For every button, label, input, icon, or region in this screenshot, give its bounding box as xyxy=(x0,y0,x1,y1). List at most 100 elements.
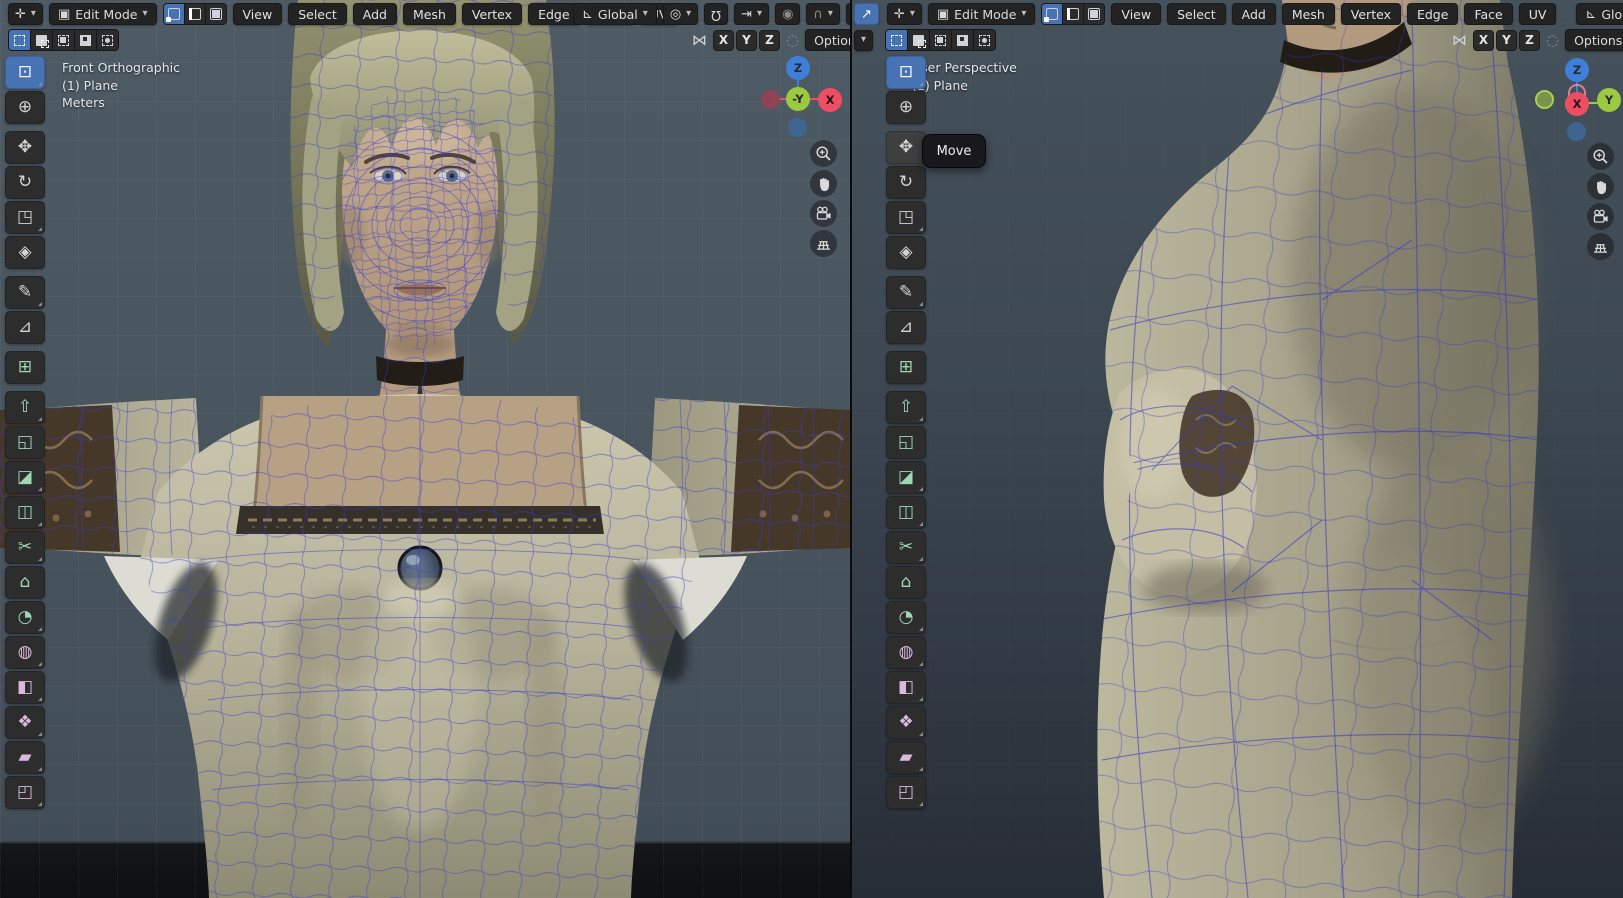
axis-x-ball[interactable]: X xyxy=(818,88,842,112)
axis-button-y[interactable]: Y xyxy=(1496,29,1517,51)
falloff-dropdown[interactable]: ∩ ▾ xyxy=(806,3,840,25)
tool-rotate[interactable]: ↻ xyxy=(5,166,45,199)
vertex-select-mode-button[interactable] xyxy=(1042,4,1063,24)
edge-select-mode-button[interactable] xyxy=(184,4,205,24)
select-mode-subtract[interactable] xyxy=(53,30,74,50)
tool-loop-cut[interactable]: ◫ xyxy=(886,496,926,529)
select-mode-invert[interactable] xyxy=(952,30,974,50)
tool-poly-build[interactable]: ⌂ xyxy=(5,566,45,599)
select-mode-intersect[interactable] xyxy=(974,30,996,50)
axis-button-z[interactable]: Z xyxy=(1519,29,1540,51)
tool-shrink-fatten[interactable]: ❖ xyxy=(5,706,45,739)
transform-orientation-dropdown[interactable]: ⊾ Global ▾ xyxy=(573,3,657,25)
camera-view-button[interactable] xyxy=(810,200,837,227)
camera-view-button[interactable] xyxy=(1587,203,1614,230)
tool-scale[interactable]: ◳ xyxy=(886,201,926,234)
select-mode-extend[interactable] xyxy=(908,30,930,50)
menu-edge[interactable]: Edge xyxy=(528,3,580,25)
tool-inset-faces[interactable]: ◱ xyxy=(886,426,926,459)
axis-button-y[interactable]: Y xyxy=(736,29,757,51)
select-mode-subtract[interactable] xyxy=(930,30,952,50)
editor-divider[interactable] xyxy=(850,0,852,898)
tool-edge-slide[interactable]: ◧ xyxy=(886,671,926,704)
tool-spin[interactable]: ◔ xyxy=(886,601,926,634)
tool-measure[interactable]: ⊿ xyxy=(886,311,926,344)
tool-annotate[interactable]: ✎ xyxy=(5,276,45,309)
tool-knife[interactable]: ✂ xyxy=(886,531,926,564)
pivot-point-dropdown[interactable]: ◎ ▾ xyxy=(662,3,699,25)
prop-projected-icon[interactable]: ◌ xyxy=(786,32,799,48)
options-dropdown[interactable]: Options ▾ xyxy=(1565,29,1623,51)
menu-face[interactable]: Face xyxy=(1464,3,1513,25)
tool-extrude-region[interactable]: ⇧ xyxy=(886,391,926,424)
select-mode-set[interactable] xyxy=(886,30,908,50)
axis-neg-y-ball[interactable] xyxy=(1535,90,1554,109)
axis-y-ball[interactable]: Y xyxy=(1597,88,1621,112)
select-mode-set[interactable] xyxy=(9,30,30,50)
axis-z-ball[interactable]: Z xyxy=(786,56,810,80)
face-select-mode-button[interactable] xyxy=(1084,4,1105,24)
tool-select-box[interactable]: ⊡ xyxy=(5,56,45,89)
tool-shear[interactable]: ▰ xyxy=(886,741,926,774)
menu-vertex[interactable]: Vertex xyxy=(1340,3,1401,25)
tool-measure[interactable]: ⊿ xyxy=(5,311,45,344)
axis-button-x[interactable]: X xyxy=(713,29,734,51)
axis-neg-z-ball[interactable] xyxy=(788,118,807,137)
tool-shear[interactable]: ▰ xyxy=(5,741,45,774)
vertex-select-mode-button[interactable] xyxy=(163,4,184,24)
tool-rotate[interactable]: ↻ xyxy=(886,166,926,199)
snap-toggle-button[interactable]: Ω xyxy=(704,3,729,25)
menu-uv[interactable]: UV xyxy=(1518,3,1557,25)
select-mode-intersect[interactable] xyxy=(97,30,118,50)
tool-scale[interactable]: ◳ xyxy=(5,201,45,234)
face-select-mode-button[interactable] xyxy=(205,4,226,24)
mirror-butterfly-icon[interactable]: ⋈ xyxy=(692,32,707,48)
pan-button[interactable] xyxy=(810,170,837,197)
menu-vertex[interactable]: Vertex xyxy=(461,3,523,25)
mode-dropdown[interactable]: ▣ Edit Mode ▾ xyxy=(48,3,157,25)
menu-view[interactable]: View xyxy=(1111,3,1162,25)
menu-edge[interactable]: Edge xyxy=(1406,3,1459,25)
3d-canvas-front[interactable] xyxy=(0,0,851,898)
zoom-button[interactable] xyxy=(1587,143,1614,170)
tool-rip-region[interactable]: ◰ xyxy=(5,776,45,809)
edge-select-mode-button[interactable] xyxy=(1063,4,1084,24)
navigation-gizmo[interactable]: Z -Y X xyxy=(758,56,850,148)
tool-poly-build[interactable]: ⌂ xyxy=(886,566,926,599)
tool-move[interactable]: ✥ xyxy=(5,131,45,164)
axis-neg-z-ball[interactable] xyxy=(1567,122,1586,141)
menu-add[interactable]: Add xyxy=(352,3,397,25)
tool-annotate[interactable]: ✎ xyxy=(886,276,926,309)
tool-extrude-region[interactable]: ⇧ xyxy=(5,391,45,424)
header-extra-dropdown[interactable]: ▾ xyxy=(854,29,874,51)
menu-view[interactable]: View xyxy=(232,3,283,25)
navigation-gizmo[interactable]: Z X Y xyxy=(1535,58,1623,150)
mirror-butterfly-icon[interactable]: ⋈ xyxy=(1452,32,1467,48)
tool-loop-cut[interactable]: ◫ xyxy=(5,496,45,529)
tool-transform[interactable]: ◈ xyxy=(5,236,45,269)
menu-add[interactable]: Add xyxy=(1231,3,1276,25)
tool-select-box[interactable]: ⊡ xyxy=(886,56,926,89)
tool-spin[interactable]: ◔ xyxy=(5,601,45,634)
tool-shrink-fatten[interactable]: ❖ xyxy=(886,706,926,739)
axis-z-ball[interactable]: Z xyxy=(1565,58,1589,82)
menu-select[interactable]: Select xyxy=(288,3,347,25)
menu-select[interactable]: Select xyxy=(1167,3,1226,25)
axis-x-ball[interactable]: X xyxy=(1565,92,1589,116)
tool-add-cube[interactable]: ⊞ xyxy=(5,351,45,384)
axis-neg-y-ball[interactable]: -Y xyxy=(786,87,810,111)
tool-knife[interactable]: ✂ xyxy=(5,531,45,564)
tool-move[interactable]: ✥ xyxy=(886,131,926,164)
zoom-button[interactable] xyxy=(810,140,837,167)
axis-button-x[interactable]: X xyxy=(1473,29,1494,51)
tool-bevel[interactable]: ◪ xyxy=(886,461,926,494)
tool-smooth[interactable]: ◍ xyxy=(886,636,926,669)
pan-button[interactable] xyxy=(1587,173,1614,200)
select-mode-invert[interactable] xyxy=(75,30,96,50)
options-dropdown[interactable]: Options xyxy=(805,29,851,51)
snap-settings-dropdown[interactable]: ⇥ ▾ xyxy=(734,3,770,25)
tool-rip-region[interactable]: ◰ xyxy=(886,776,926,809)
axis-neg-x-ball[interactable] xyxy=(761,90,780,109)
menu-mesh[interactable]: Mesh xyxy=(402,3,456,25)
perspective-toggle-button[interactable] xyxy=(1587,233,1614,260)
